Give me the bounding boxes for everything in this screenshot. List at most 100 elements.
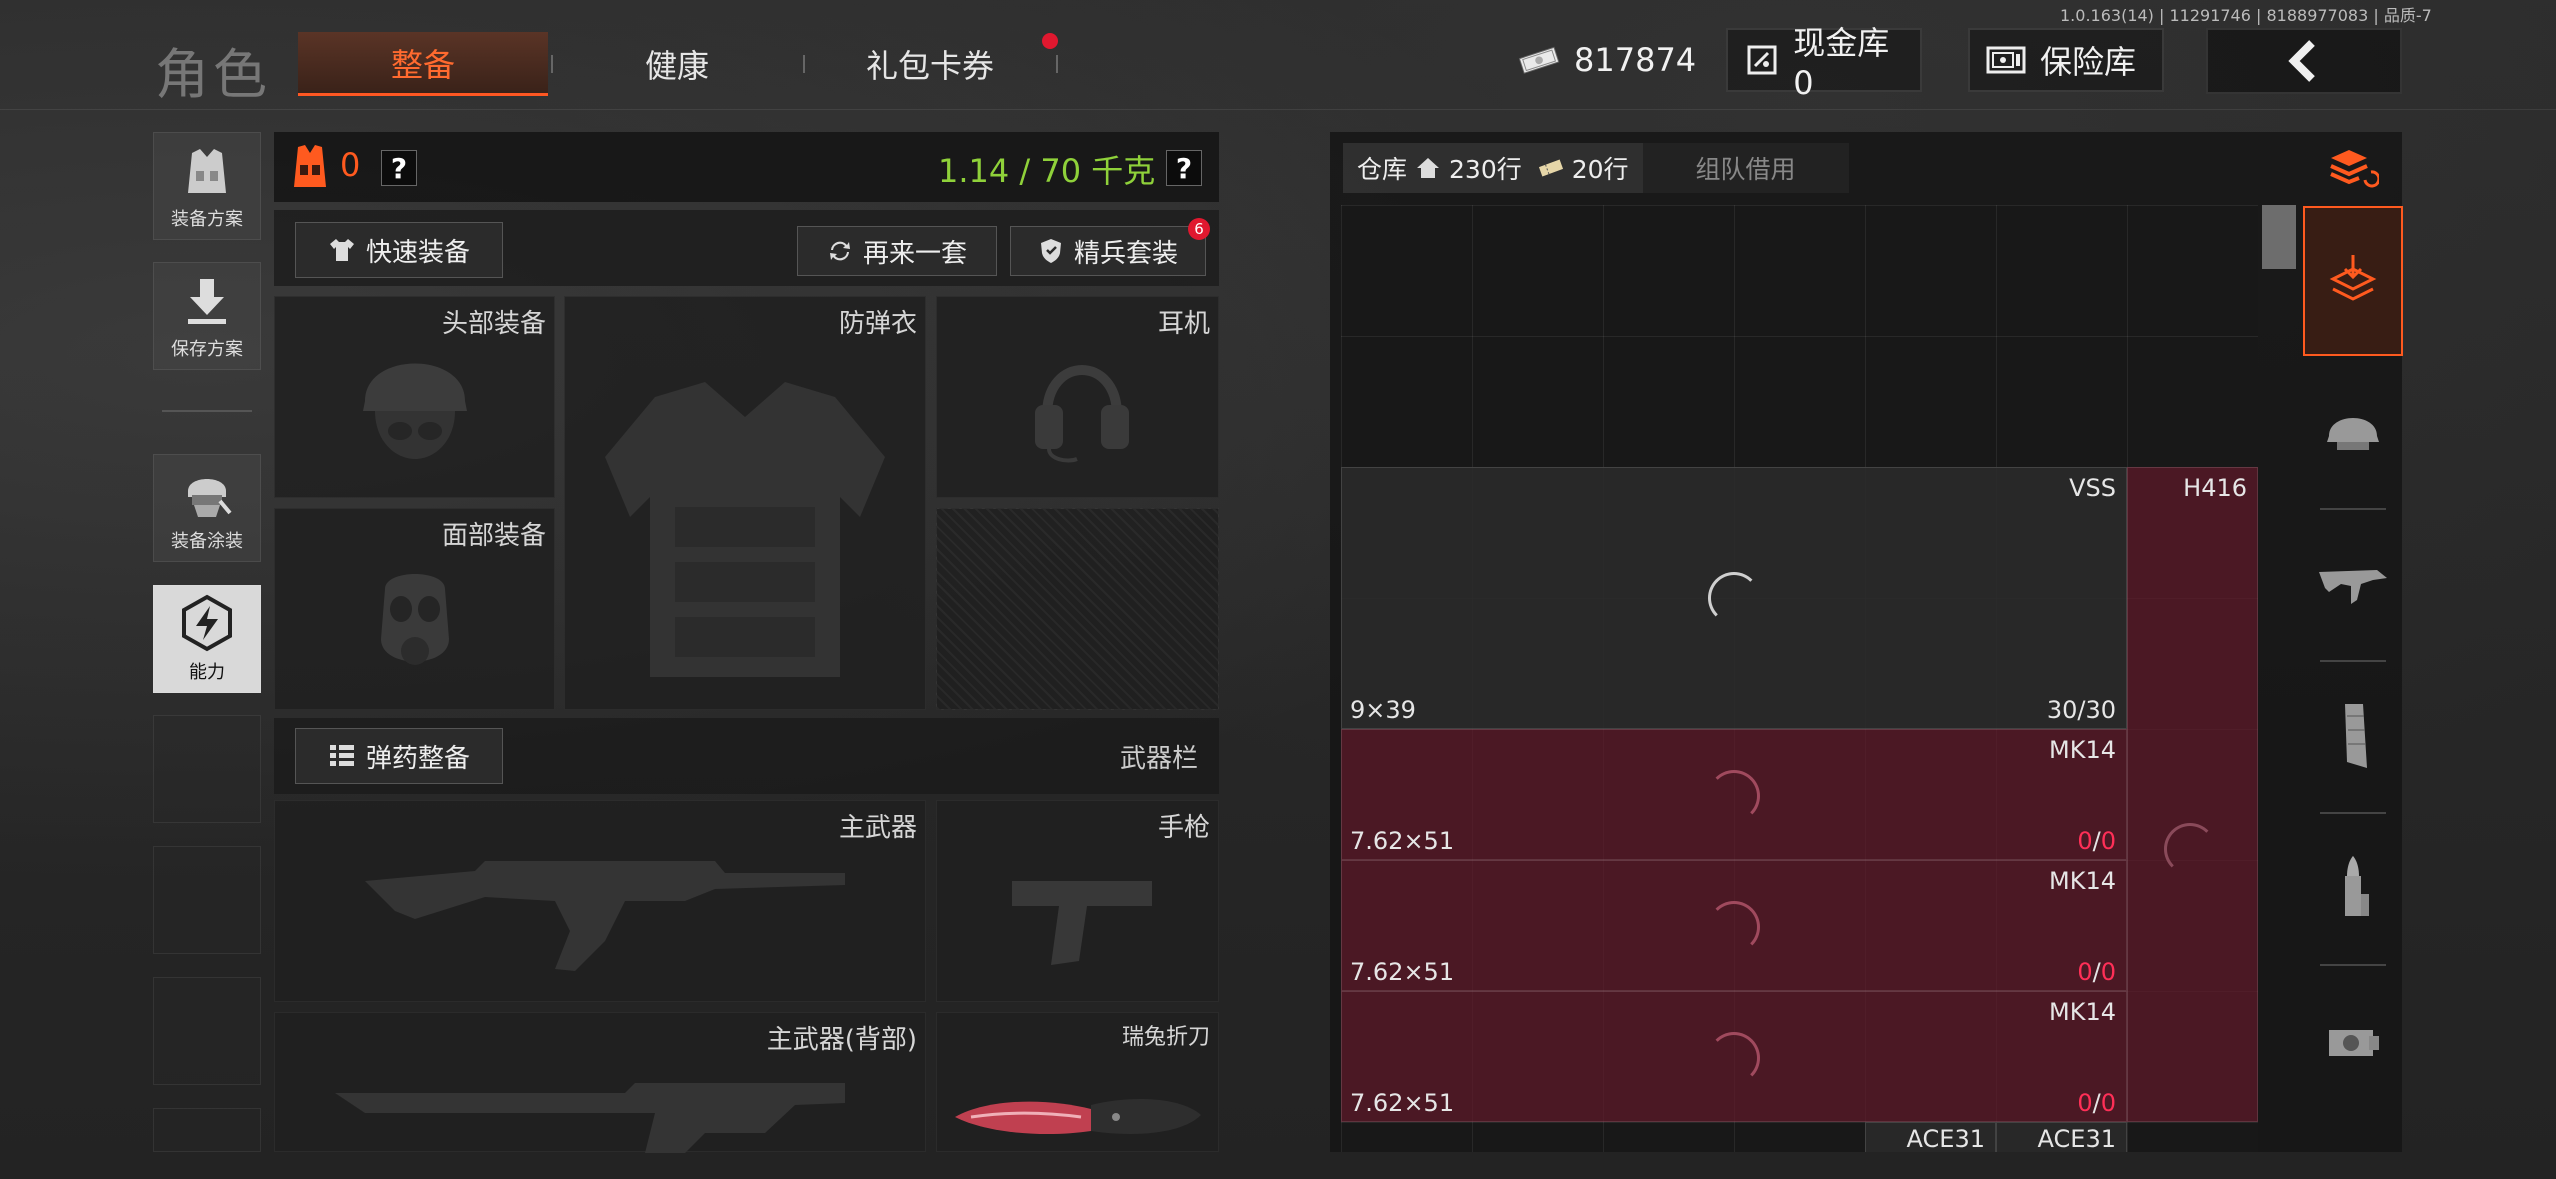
item-name: MK14 <box>2049 736 2116 764</box>
item-card-mk14[interactable]: MK14 7.62×51 0/0 <box>1341 860 2127 991</box>
slot-label: 面部装备 <box>441 521 546 551</box>
tab-outfit[interactable]: 整备 <box>298 32 548 96</box>
item-caliber: 7.62×51 <box>1350 827 1455 855</box>
slot-primary-weapon-back[interactable]: 主武器(背部) <box>274 1012 926 1153</box>
team-borrow-tab[interactable]: 组队借用 <box>1642 143 1849 193</box>
quick-equip-button[interactable]: 快速装备 <box>295 222 503 278</box>
body-armor-icon <box>605 382 885 677</box>
shield-icon <box>1040 239 1061 263</box>
pistol-icon <box>1012 881 1152 965</box>
tab-divider <box>1056 55 1058 73</box>
slot-label: 主武器 <box>838 813 917 843</box>
notification-dot <box>1042 33 1058 49</box>
sidebar-item-skin[interactable]: 装备涂装 <box>153 454 261 562</box>
loading-spinner-icon <box>1708 572 1760 624</box>
home-rows: 230行 <box>1449 155 1522 184</box>
sidebar-empty-slot <box>153 1108 261 1152</box>
category-weapon[interactable] <box>2303 510 2403 660</box>
refresh-icon <box>829 241 850 261</box>
helmet-icon <box>363 363 467 459</box>
item-ammo-count: 0/0 <box>2077 958 2116 986</box>
bullet-icon <box>2345 856 2369 916</box>
rifle-back-icon <box>335 1083 845 1153</box>
item-caliber: 7.62×51 <box>1350 958 1455 986</box>
slot-body-armor[interactable]: 防弹衣 <box>564 296 926 710</box>
item-card-ace31[interactable]: ACE31 <box>1865 1122 1996 1152</box>
item-ammo-count: 0/0 <box>2077 827 2116 855</box>
item-caliber: 7.62×51 <box>1350 1089 1455 1117</box>
sidebar-empty-slot <box>153 846 261 954</box>
vest-icon <box>188 149 226 193</box>
category-magazine[interactable] <box>2303 662 2403 812</box>
sidebar-empty-slot <box>153 715 261 823</box>
magazine-icon <box>2345 704 2367 768</box>
slot-locked <box>936 508 1219 710</box>
home-icon <box>1417 158 1440 178</box>
item-card-mk14[interactable]: MK14 7.62×51 0/0 <box>1341 729 2127 860</box>
slot-headset[interactable]: 耳机 <box>936 296 1219 498</box>
again-set-button[interactable]: 再来一套 <box>797 226 997 276</box>
armor-count: 0 <box>340 146 361 184</box>
item-card-mk14[interactable]: MK14 7.62×51 0/0 <box>1341 991 2127 1122</box>
lightning-hex-icon <box>182 594 232 652</box>
category-helmet[interactable] <box>2303 356 2403 506</box>
again-set-label: 再来一套 <box>862 238 967 269</box>
shirt-icon <box>329 239 354 261</box>
ammo-prep-button[interactable]: 弹药整备 <box>295 728 503 784</box>
category-all[interactable] <box>2303 206 2403 356</box>
item-name: ACE31 <box>1906 1125 1985 1152</box>
item-card-vss[interactable]: VSS 9×39 30/30 <box>1341 467 2127 729</box>
item-name: MK14 <box>2049 867 2116 895</box>
item-card-ace31[interactable]: ACE31 <box>1996 1122 2127 1152</box>
item-name: VSS <box>2069 474 2116 502</box>
slot-label: 防弹衣 <box>838 309 917 339</box>
currency-amount: 817874 <box>1574 41 1697 79</box>
tab-health[interactable]: 健康 <box>552 32 802 96</box>
item-name: ACE31 <box>2037 1125 2116 1152</box>
sidebar-item-ability[interactable]: 能力 <box>153 585 261 693</box>
weight-display: 1.14 / 70 千克 <box>938 152 1156 190</box>
sidebar-item-label: 保存方案 <box>171 339 243 360</box>
headset-icon <box>1035 365 1129 463</box>
elite-set-button[interactable]: 精兵套装 <box>1010 226 1206 276</box>
currency-display[interactable]: 817874 <box>1502 28 1696 92</box>
category-sort-button[interactable] <box>2303 136 2403 200</box>
back-button[interactable] <box>2206 28 2402 94</box>
slot-pistol[interactable]: 手枪 <box>936 800 1219 1002</box>
elite-set-label: 精兵套装 <box>1073 238 1178 269</box>
category-attachment[interactable] <box>2303 966 2403 1116</box>
warehouse-grid: VSS 9×39 30/30 H416 MK14 7.62×51 0/0 MK1… <box>1341 205 2258 1152</box>
slot-label: 手枪 <box>1157 813 1210 843</box>
weapon-bar-label: 武器栏 <box>1120 744 1199 774</box>
warehouse-tab[interactable]: 仓库 230行 20行 <box>1343 143 1643 193</box>
layers-import-icon <box>2329 255 2377 301</box>
slot-face[interactable]: 面部装备 <box>274 508 555 710</box>
sidebar-item-loadout-plan[interactable]: 装备方案 <box>153 132 261 240</box>
armor-help-button[interactable]: ? <box>381 150 417 186</box>
ammo-belt-icon <box>329 743 354 769</box>
quick-equip-label: 快速装备 <box>365 237 470 268</box>
slot-label: 耳机 <box>1157 309 1210 339</box>
slot-head[interactable]: 头部装备 <box>274 296 555 498</box>
tab-gift-vouchers[interactable]: 礼包卡券 <box>805 32 1055 96</box>
safe-box-button[interactable]: 保险库 <box>1968 28 2164 92</box>
weight-help-button[interactable]: ? <box>1166 150 1202 186</box>
loading-spinner-icon <box>1708 901 1760 953</box>
download-icon <box>188 279 226 324</box>
sidebar-item-save-plan[interactable]: 保存方案 <box>153 262 261 370</box>
slot-primary-weapon[interactable]: 主武器 <box>274 800 926 1002</box>
warehouse-scrollbar[interactable] <box>2262 205 2296 269</box>
slot-label: 瑞兔折刀 <box>1121 1025 1210 1050</box>
helmet-skin-icon <box>188 479 232 517</box>
loading-spinner-icon <box>1708 1032 1760 1084</box>
knife-icon <box>955 1099 1201 1135</box>
item-card-h416[interactable]: H416 <box>2127 467 2258 1122</box>
slot-knife[interactable]: 瑞兔折刀 <box>936 1012 1219 1152</box>
cash-stack-icon <box>1518 43 1562 77</box>
sidebar-item-label: 装备方案 <box>171 209 243 230</box>
cash-vault-icon <box>1742 43 1781 77</box>
assault-rifle-icon <box>365 861 845 971</box>
elite-set-badge: 6 <box>1188 218 1210 240</box>
category-ammo[interactable] <box>2303 814 2403 964</box>
cash-vault-button[interactable]: 现金库 0 <box>1726 24 1922 102</box>
